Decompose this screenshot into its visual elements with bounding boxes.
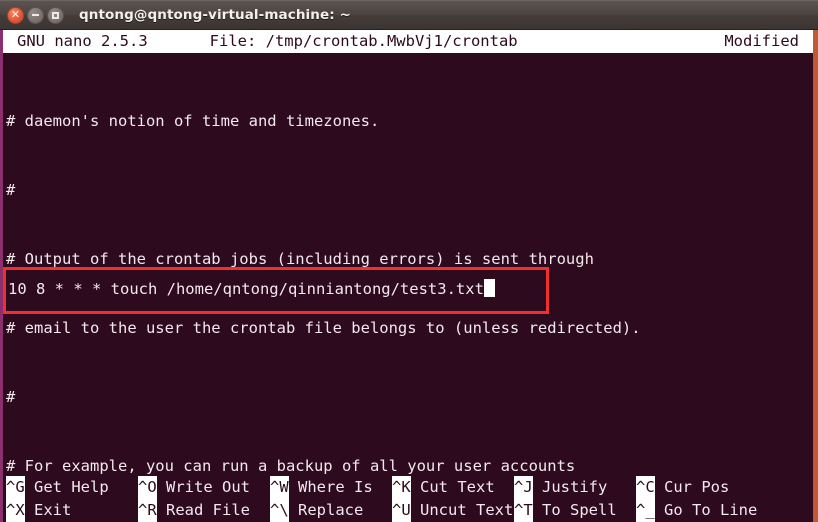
editor-line: # daemon's notion of time and timezones. [6, 112, 380, 130]
shortcut-cut-text[interactable]: ^K Cut Text [392, 476, 514, 499]
shortcut-key: ^X [6, 499, 25, 522]
shortcut-exit[interactable]: ^X Exit [6, 499, 138, 522]
nano-file-label: File: /tmp/crontab.MwbVj1/crontab [209, 32, 518, 50]
editor-line: # For example, you can run a backup of a… [6, 457, 576, 475]
cron-entry-text: 10 8 * * * touch /home/qntong/qinnianton… [8, 280, 484, 298]
shortcut-label: Exit [24, 501, 72, 519]
shortcut-go-to-line[interactable]: ^_ Go To Line [636, 499, 757, 522]
shortcut-justify[interactable]: ^J Justify [514, 476, 636, 499]
terminal-window: ✕ qntong@qntong-virtual-machine: ~ GNU n… [0, 0, 818, 522]
shortcut-key: ^G [6, 476, 25, 499]
shortcut-label: Go To Line [654, 501, 758, 519]
shortcut-to-spell[interactable]: ^T To Spell [514, 499, 636, 522]
shortcut-label: Read File [156, 501, 250, 519]
shortcut-label: Write Out [156, 478, 250, 496]
shortcut-label: To Spell [532, 501, 617, 519]
minimize-icon [32, 14, 39, 16]
shortcut-label: Replace [288, 501, 364, 519]
shortcut-get-help[interactable]: ^G Get Help [6, 476, 138, 499]
shortcut-key: ^C [636, 476, 655, 499]
shortcut-key: ^O [138, 476, 157, 499]
editor-line: # email to the user the crontab file bel… [6, 319, 641, 337]
maximize-icon [52, 11, 59, 19]
cron-entry-highlight-box: 10 8 * * * touch /home/qntong/qinnianton… [3, 267, 549, 314]
nano-modified-flag: Modified [724, 32, 799, 50]
shortcut-where-is[interactable]: ^W Where Is [270, 476, 392, 499]
shortcut-key: ^U [392, 499, 411, 522]
window-title: qntong@qntong-virtual-machine: ~ [79, 7, 351, 23]
shortcut-label: Cur Pos [654, 478, 730, 496]
shortcut-key: ^W [270, 476, 289, 499]
shortcut-row-2: ^X Exit ^R Read File ^\ Replace ^U Uncut… [6, 499, 813, 522]
text-cursor [483, 279, 495, 297]
nano-editor-area[interactable]: # daemon's notion of time and timezones.… [3, 53, 813, 476]
minimize-button[interactable] [27, 6, 44, 24]
close-icon: ✕ [10, 8, 21, 21]
nano-shortcut-bar: ^G Get Help ^O Write Out ^W Where Is ^K … [3, 476, 813, 522]
shortcut-label: Get Help [24, 478, 109, 496]
nano-version-label: GNU nano 2.5.3 [17, 32, 148, 50]
shortcut-key: ^K [392, 476, 411, 499]
close-button[interactable]: ✕ [7, 6, 24, 24]
nano-status-bar: GNU nano 2.5.3 File: /tmp/crontab.MwbVj1… [3, 30, 813, 53]
shortcut-key: ^R [138, 499, 157, 522]
shortcut-cur-pos[interactable]: ^C Cur Pos [636, 476, 729, 499]
editor-line: # [6, 388, 16, 406]
maximize-button[interactable] [47, 6, 64, 24]
shortcut-label: Uncut Text [410, 501, 514, 519]
terminal-surface[interactable]: GNU nano 2.5.3 File: /tmp/crontab.MwbVj1… [0, 30, 818, 522]
shortcut-row-1: ^G Get Help ^O Write Out ^W Where Is ^K … [6, 476, 813, 499]
shortcut-key: ^_ [636, 499, 655, 522]
shortcut-label: Cut Text [410, 478, 495, 496]
shortcut-key: ^\ [270, 499, 289, 522]
shortcut-replace[interactable]: ^\ Replace [270, 499, 392, 522]
window-titlebar[interactable]: ✕ qntong@qntong-virtual-machine: ~ [0, 0, 818, 30]
shortcut-read-file[interactable]: ^R Read File [138, 499, 270, 522]
shortcut-label: Where Is [288, 478, 373, 496]
shortcut-key: ^T [514, 499, 533, 522]
shortcut-uncut-text[interactable]: ^U Uncut Text [392, 499, 514, 522]
shortcut-key: ^J [514, 476, 533, 499]
shortcut-label: Justify [532, 478, 608, 496]
editor-line: # [6, 181, 16, 199]
cron-entry-line[interactable]: 10 8 * * * touch /home/qntong/qinnianton… [8, 278, 495, 301]
shortcut-write-out[interactable]: ^O Write Out [138, 476, 270, 499]
